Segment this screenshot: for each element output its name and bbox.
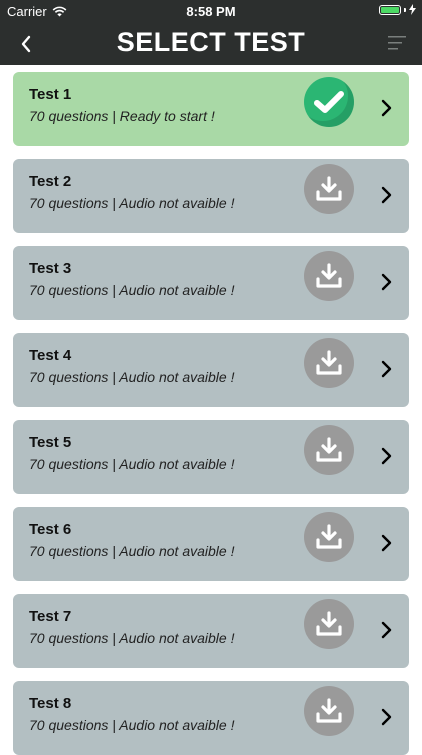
test-subtitle: 70 questions | Audio not avaible ! [29,717,235,733]
chevron-right-icon[interactable] [379,620,393,640]
download-icon [316,611,342,636]
download-icon [316,263,342,288]
test-title: Test 4 [29,347,72,364]
test-title: Test 2 [29,173,72,190]
test-title: Test 6 [29,521,72,538]
download-button[interactable] [304,164,354,214]
test-subtitle: 70 questions | Audio not avaible ! [29,543,235,559]
test-title: Test 7 [29,608,72,625]
test-card[interactable]: Test 7 70 questions | Audio not avaible ! [13,594,409,668]
ready-check-icon [304,77,354,127]
download-button[interactable] [304,425,354,475]
download-button[interactable] [304,686,354,736]
chevron-right-icon[interactable] [379,533,393,553]
download-button[interactable] [304,512,354,562]
test-subtitle: 70 questions | Audio not avaible ! [29,630,235,646]
charging-bolt-icon [409,4,416,15]
download-button[interactable] [304,338,354,388]
test-subtitle: 70 questions | Audio not avaible ! [29,195,235,211]
battery-level [381,6,399,13]
download-icon [316,524,342,549]
download-icon [316,698,342,723]
test-card[interactable]: Test 3 70 questions | Audio not avaible ! [13,246,409,320]
chevron-right-icon[interactable] [379,98,393,118]
chevron-right-icon[interactable] [379,359,393,379]
test-subtitle: 70 questions | Audio not avaible ! [29,282,235,298]
chevron-right-icon[interactable] [379,707,393,727]
test-title: Test 3 [29,260,72,277]
download-icon [316,176,342,201]
download-button[interactable] [304,599,354,649]
chevron-right-icon[interactable] [379,446,393,466]
test-subtitle: 70 questions | Audio not avaible ! [29,369,235,385]
test-title: Test 1 [29,86,72,103]
menu-button[interactable] [388,35,406,51]
nav-bar: SELECT TEST [0,22,422,65]
test-card[interactable]: Test 6 70 questions | Audio not avaible ! [13,507,409,581]
test-card[interactable]: Test 2 70 questions | Audio not avaible ! [13,159,409,233]
status-bar: Carrier 8:58 PM [0,0,422,22]
test-title: Test 5 [29,434,72,451]
battery-icon [379,4,401,15]
test-card[interactable]: Test 8 70 questions | Audio not avaible ! [13,681,409,755]
test-card[interactable]: Test 4 70 questions | Audio not avaible ! [13,333,409,407]
chevron-right-icon[interactable] [379,185,393,205]
test-title: Test 8 [29,695,72,712]
test-subtitle: 70 questions | Audio not avaible ! [29,456,235,472]
test-card[interactable]: Test 1 70 questions | Ready to start ! [13,72,409,146]
download-icon [316,350,342,375]
download-icon [316,437,342,462]
menu-icon [388,36,406,50]
status-right [379,4,416,15]
download-button[interactable] [304,251,354,301]
chevron-right-icon[interactable] [379,272,393,292]
status-time: 8:58 PM [186,4,236,19]
test-card[interactable]: Test 5 70 questions | Audio not avaible ! [13,420,409,494]
page-title: SELECT TEST [116,27,306,57]
test-subtitle: 70 questions | Ready to start ! [29,108,215,124]
battery-tip [404,7,406,12]
